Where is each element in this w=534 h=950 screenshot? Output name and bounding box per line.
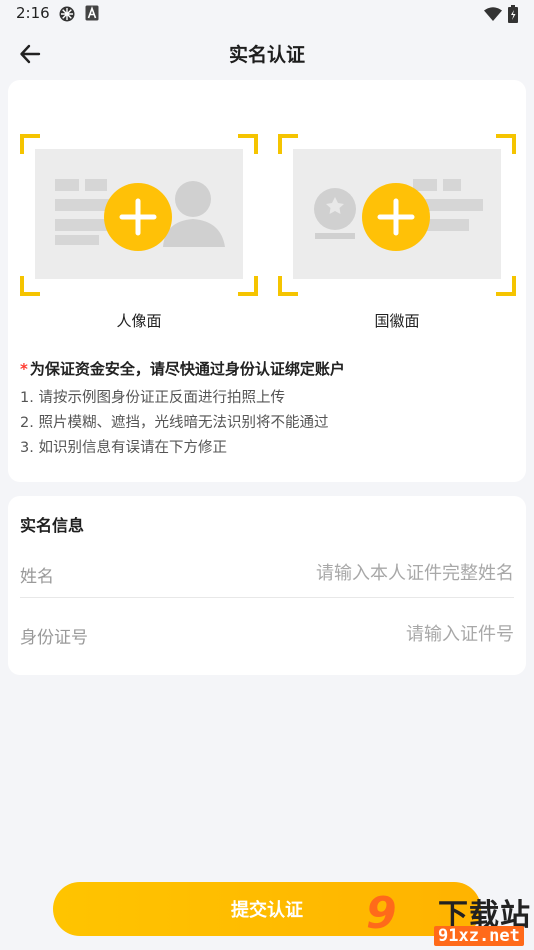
security-notice: * 为保证资金安全，请尽快通过身份认证绑定账户 xyxy=(20,358,345,379)
portrait-side-label: 人像面 xyxy=(116,312,162,330)
plus-icon xyxy=(377,198,415,236)
header: 实名认证 xyxy=(0,28,534,80)
page-title: 实名认证 xyxy=(228,44,305,66)
sync-icon xyxy=(58,5,76,27)
emblem-side-upload[interactable] xyxy=(278,134,516,296)
add-portrait-button[interactable] xyxy=(104,183,172,251)
portrait-side-upload[interactable] xyxy=(20,134,258,296)
real-name-info-card: 实名信息 姓名 身份证号 xyxy=(8,496,526,675)
add-emblem-button[interactable] xyxy=(362,183,430,251)
name-label: 姓名 xyxy=(20,567,54,587)
a-icon xyxy=(85,5,99,25)
security-notice-text: 为保证资金安全，请尽快通过身份认证绑定账户 xyxy=(29,360,345,378)
status-bar: 2:16 xyxy=(0,0,534,28)
screen: 2:16 实名认证 人像面 国徽面 * 为保证资金安全，请尽快通过身份认证绑定账… xyxy=(0,0,534,950)
site-watermark: 9 下载站 91xz.net xyxy=(360,886,534,950)
id-number-input[interactable] xyxy=(214,617,514,651)
id-upload-card: 人像面 国徽面 * 为保证资金安全，请尽快通过身份认证绑定账户 1. 请按示例图身… xyxy=(8,80,526,482)
id-number-row: 身份证号 xyxy=(20,609,514,659)
id-number-label: 身份证号 xyxy=(20,628,88,648)
tip-item: 1. 请按示例图身份证正反面进行拍照上传 xyxy=(20,390,285,406)
watermark-number: 9 xyxy=(366,888,397,939)
status-time: 2:16 xyxy=(16,4,50,22)
plus-icon xyxy=(119,198,157,236)
wifi-icon xyxy=(484,6,502,25)
name-input[interactable] xyxy=(214,556,514,590)
section-title: 实名信息 xyxy=(20,516,85,535)
watermark-url: 91xz.net xyxy=(434,926,524,946)
tip-item: 2. 照片模糊、遮挡，光线暗无法识别将不能通过 xyxy=(20,415,329,431)
tip-item: 3. 如识别信息有误请在下方修正 xyxy=(20,440,227,456)
required-mark: * xyxy=(20,360,28,378)
name-row: 姓名 xyxy=(20,548,514,598)
battery-icon xyxy=(508,5,518,27)
emblem-side-label: 国徽面 xyxy=(374,312,420,330)
